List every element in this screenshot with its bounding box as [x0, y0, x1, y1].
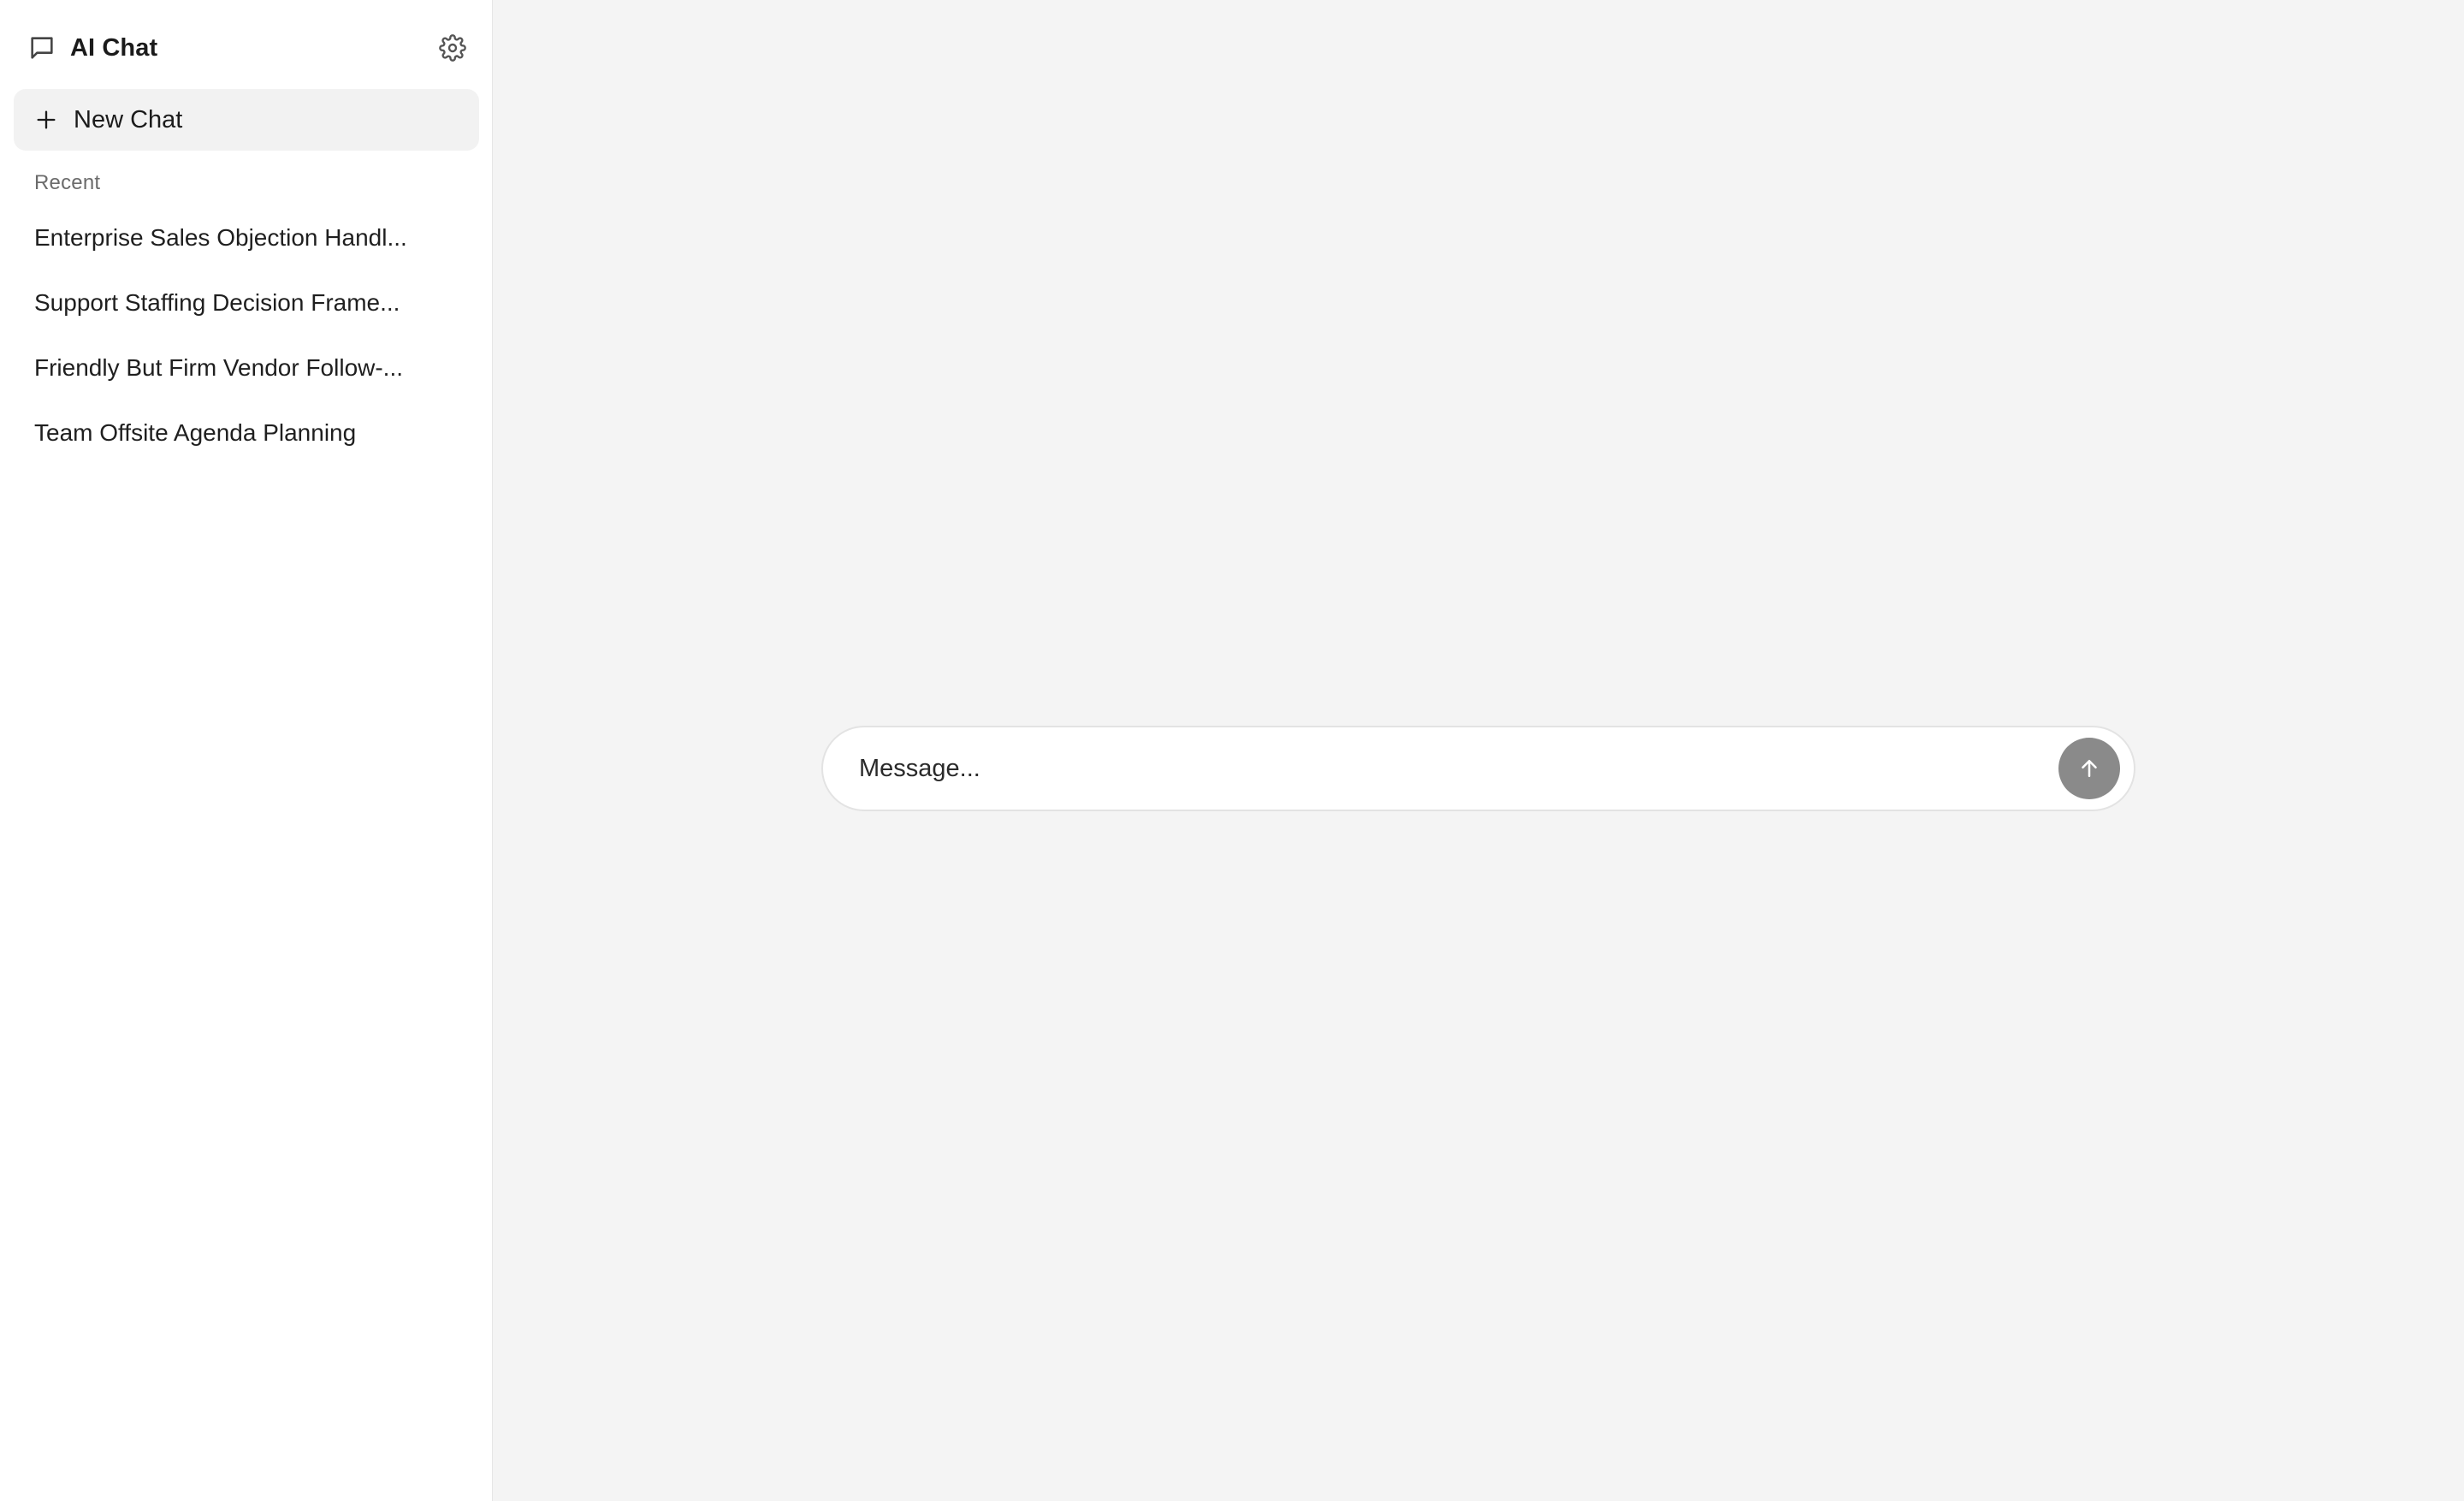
sidebar-header: AI Chat	[27, 24, 466, 72]
recent-chat-item[interactable]: Team Offsite Agenda Planning	[14, 400, 479, 466]
recent-chat-item[interactable]: Enterprise Sales Objection Handl...	[14, 205, 479, 270]
recent-chat-title: Support Staffing Decision Frame...	[34, 289, 400, 316]
recent-chat-title: Friendly But Firm Vendor Follow-...	[34, 354, 404, 381]
new-chat-button[interactable]: New Chat	[14, 89, 479, 151]
send-button[interactable]	[2058, 738, 2120, 799]
message-composer	[821, 726, 2135, 811]
sidebar: AI Chat New Chat Recent Enterprise Sales…	[0, 0, 493, 1501]
main-area	[493, 0, 2464, 1501]
chat-bubble-icon	[27, 33, 56, 62]
arrow-up-icon	[2076, 756, 2102, 781]
brand: AI Chat	[27, 33, 157, 62]
app-title: AI Chat	[70, 33, 158, 62]
settings-button[interactable]	[430, 26, 475, 70]
recent-chat-item[interactable]: Friendly But Firm Vendor Follow-...	[14, 335, 479, 400]
recent-chat-list: Enterprise Sales Objection Handl... Supp…	[14, 205, 479, 466]
recent-chat-title: Team Offsite Agenda Planning	[34, 419, 357, 446]
gear-icon	[439, 34, 466, 62]
recent-chat-item[interactable]: Support Staffing Decision Frame...	[14, 270, 479, 335]
recent-section-label: Recent	[34, 171, 101, 194]
recent-chat-title: Enterprise Sales Objection Handl...	[34, 224, 407, 251]
new-chat-label: New Chat	[74, 105, 183, 133]
message-input[interactable]	[857, 743, 2058, 794]
plus-icon	[34, 108, 58, 132]
app-window: AI Chat New Chat Recent Enterprise Sales…	[0, 0, 2464, 1501]
